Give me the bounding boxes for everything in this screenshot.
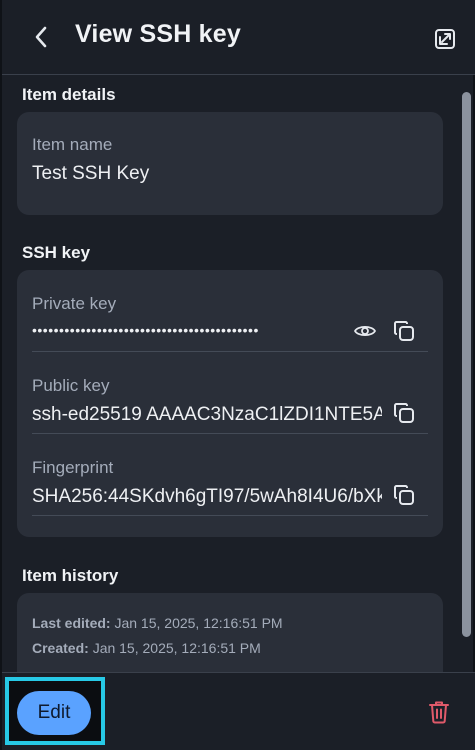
- created-label: Created:: [32, 640, 89, 656]
- last-edited-row: Last edited: Jan 15, 2025, 12:16:51 PM: [32, 615, 283, 631]
- created-value: Jan 15, 2025, 12:16:51 PM: [92, 640, 261, 656]
- copy-fingerprint-button[interactable]: [391, 482, 417, 508]
- footer: Edit: [2, 672, 475, 750]
- popup-window: View SSH key Item details Item name Test…: [0, 0, 475, 750]
- item-name-label: Item name: [32, 135, 113, 154]
- divider: [32, 351, 428, 352]
- item-history-card: Last edited: Jan 15, 2025, 12:16:51 PM C…: [17, 593, 443, 672]
- divider: [32, 515, 428, 516]
- item-details-heading: Item details: [22, 85, 116, 104]
- scrollbar[interactable]: [462, 92, 471, 637]
- back-button[interactable]: [26, 22, 56, 52]
- chevron-left-icon: [35, 26, 47, 48]
- item-name-value: Test SSH Key: [32, 163, 150, 184]
- created-row: Created: Jan 15, 2025, 12:16:51 PM: [32, 640, 261, 656]
- scroll-content[interactable]: Item details Item name Test SSH Key SSH …: [2, 76, 475, 672]
- public-key-label: Public key: [32, 376, 110, 395]
- reveal-private-key-button[interactable]: [352, 318, 378, 344]
- private-key-label: Private key: [32, 294, 117, 313]
- edit-button[interactable]: Edit: [17, 691, 91, 735]
- divider: [32, 433, 428, 434]
- delete-button[interactable]: [426, 699, 452, 725]
- trash-icon: [429, 701, 449, 724]
- item-details-card: Item name Test SSH Key: [17, 112, 443, 215]
- copy-private-key-button[interactable]: [391, 318, 417, 344]
- ssh-key-heading: SSH key: [22, 243, 91, 262]
- fingerprint-value: SHA256:44SKdvh6gTI97/5wAh8I4U6/bXk: [32, 486, 382, 507]
- header: View SSH key: [2, 0, 475, 75]
- fingerprint-label: Fingerprint: [32, 458, 114, 477]
- public-key-value: ssh-ed25519 AAAAC3NzaC1lZDI1NTE5AAAA: [32, 404, 382, 425]
- last-edited-label: Last edited:: [32, 615, 111, 631]
- ssh-key-card: Private key ••••••••••••••••••••••••••••…: [17, 270, 443, 537]
- copy-icon: [394, 403, 414, 423]
- popout-icon: [435, 29, 455, 49]
- copy-icon: [394, 321, 414, 341]
- page-title: View SSH key: [75, 20, 241, 48]
- private-key-value: ••••••••••••••••••••••••••••••••••••••••…: [32, 322, 259, 338]
- popout-button[interactable]: [432, 26, 458, 52]
- last-edited-value: Jan 15, 2025, 12:16:51 PM: [114, 615, 283, 631]
- copy-public-key-button[interactable]: [391, 400, 417, 426]
- item-history-heading: Item history: [22, 566, 119, 585]
- eye-icon: [354, 325, 376, 337]
- copy-icon: [394, 485, 414, 505]
